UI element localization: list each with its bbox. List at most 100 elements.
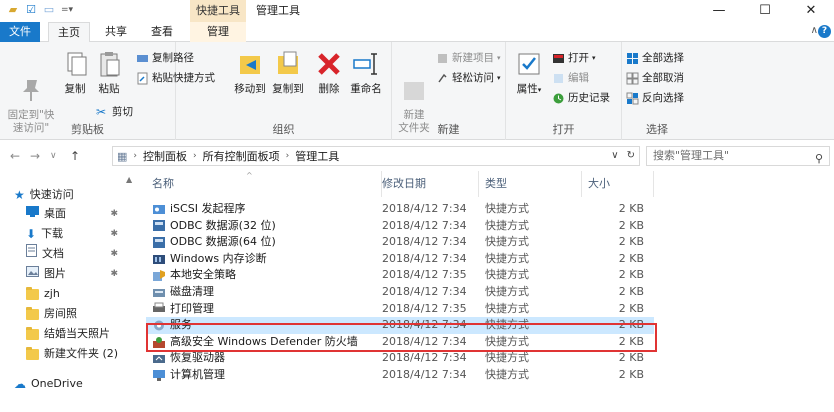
- file-size: 2 KB: [618, 285, 644, 298]
- file-size: 2 KB: [618, 301, 644, 315]
- help-icon[interactable]: ?: [818, 25, 831, 38]
- back-arrow-icon[interactable]: ←: [10, 149, 20, 163]
- title-bar: ▰ ☑ ▭ =▾ 快捷工具 管理工具 — ☐ ✕: [0, 0, 834, 22]
- nav-item-folder[interactable]: 房间照: [0, 304, 122, 324]
- delete-button[interactable]: 删除: [312, 48, 346, 96]
- address-bar[interactable]: ▦ › 控制面板 › 所有控制面板项 › 管理工具 ∨ ↻: [112, 146, 640, 166]
- select-group: 全部选择 全部取消 反向选择 选择: [622, 42, 692, 140]
- new-item-button[interactable]: 新建项目 ▾: [436, 50, 501, 66]
- copy-to-button[interactable]: 复制到: [268, 48, 308, 96]
- file-type: 快捷方式: [485, 351, 529, 365]
- file-row[interactable]: iSCSI 发起程序 2018/4/12 7:34 快捷方式 2 KB: [146, 201, 654, 218]
- minimize-button[interactable]: —: [696, 0, 742, 22]
- easy-access-button[interactable]: 轻松访问 ▾: [436, 70, 501, 86]
- paste-button[interactable]: 粘贴: [92, 48, 126, 96]
- nav-scrollbar[interactable]: ▲: [122, 171, 138, 412]
- file-name-cell: 高级安全 Windows Defender 防火墙: [152, 334, 376, 351]
- file-row[interactable]: 本地安全策略 2018/4/12 7:35 快捷方式 2 KB: [146, 267, 654, 284]
- file-size: 2 KB: [618, 251, 644, 265]
- breadcrumb-control-panel[interactable]: 控制面板: [143, 148, 187, 164]
- column-header-size[interactable]: 大小: [582, 171, 654, 197]
- file-row[interactable]: 恢复驱动器 2018/4/12 7:34 快捷方式 2 KB: [146, 350, 654, 367]
- cut-button[interactable]: ✂ 剪切: [96, 104, 133, 120]
- pin-icon[interactable]: ✱: [110, 224, 118, 244]
- file-size: 2 KB: [618, 235, 644, 249]
- nav-item-quick[interactable]: ★ 快速访问: [0, 185, 122, 205]
- file-name: 恢复驱动器: [170, 351, 225, 365]
- move-to-icon: [234, 48, 266, 80]
- folder-icon[interactable]: ▰: [6, 3, 20, 17]
- properties-checkbox-icon[interactable]: ☑: [24, 3, 38, 17]
- column-header-date[interactable]: 修改日期: [376, 171, 479, 197]
- nav-item-download[interactable]: ⬇ 下载 ✱: [0, 224, 122, 244]
- address-dropdown-icon[interactable]: ∨: [611, 150, 618, 161]
- column-header-type[interactable]: 类型: [479, 171, 582, 197]
- nav-item-label: 快速访问: [29, 188, 74, 201]
- collapse-ribbon-icon[interactable]: ∧: [811, 25, 818, 36]
- file-size: 2 KB: [618, 368, 644, 381]
- select-all-icon: [626, 52, 639, 65]
- file-type: 快捷方式: [485, 268, 529, 282]
- pin-icon[interactable]: ✱: [110, 264, 118, 284]
- file-row[interactable]: 计算机管理 2018/4/12 7:34 快捷方式 2 KB: [146, 367, 654, 384]
- nav-item-label: zjh: [44, 287, 60, 300]
- search-input[interactable]: 搜索"管理工具" ⚲: [646, 146, 830, 166]
- file-name: 高级安全 Windows Defender 防火墙: [170, 334, 358, 348]
- file-row[interactable]: Windows 内存诊断 2018/4/12 7:34 快捷方式 2 KB: [146, 251, 654, 268]
- file-row[interactable]: 磁盘清理 2018/4/12 7:34 快捷方式 2 KB: [146, 284, 654, 301]
- rename-button[interactable]: 重命名: [346, 48, 386, 96]
- rename-icon: [350, 48, 382, 80]
- maximize-button[interactable]: ☐: [742, 0, 788, 22]
- file-row[interactable]: ODBC 数据源(64 位) 2018/4/12 7:34 快捷方式 2 KB: [146, 234, 654, 251]
- tab-view[interactable]: 查看: [142, 22, 182, 42]
- nav-item-label: 文档: [42, 247, 64, 260]
- pin-icon[interactable]: ✱: [110, 204, 118, 224]
- search-icon[interactable]: ⚲: [815, 150, 823, 168]
- file-name: 磁盘清理: [170, 285, 214, 298]
- file-row[interactable]: ODBC 数据源(32 位) 2018/4/12 7:34 快捷方式 2 KB: [146, 218, 654, 235]
- open-button[interactable]: 打开 ▾: [552, 50, 596, 66]
- nav-item-desktop[interactable]: 桌面 ✱: [0, 204, 122, 224]
- history-button[interactable]: 历史记录: [552, 90, 610, 106]
- close-button[interactable]: ✕: [788, 0, 834, 22]
- tab-manage[interactable]: 管理: [190, 22, 246, 42]
- recent-locations-icon[interactable]: ∨: [50, 151, 57, 161]
- memory-shortcut-icon: [152, 253, 166, 266]
- iscsi-shortcut-icon: [152, 203, 166, 216]
- nav-item-folder[interactable]: 新建文件夹 (2): [0, 344, 122, 364]
- file-name-cell: 打印管理: [152, 301, 376, 318]
- scissors-icon: ✂: [96, 104, 107, 119]
- move-to-button[interactable]: 移动到: [230, 48, 270, 96]
- edit-button[interactable]: 编辑: [552, 70, 589, 86]
- select-all-button[interactable]: 全部选择: [626, 50, 684, 66]
- file-row[interactable]: 打印管理 2018/4/12 7:35 快捷方式 2 KB: [146, 301, 654, 318]
- forward-arrow-icon[interactable]: →: [30, 149, 40, 163]
- column-header-name[interactable]: 名称 ^: [146, 171, 382, 197]
- select-none-button[interactable]: 全部取消: [626, 70, 684, 86]
- refresh-icon[interactable]: ↻: [627, 150, 635, 161]
- nav-item-folder[interactable]: zjh: [0, 284, 122, 304]
- customize-toolbar-icon[interactable]: =▾: [60, 3, 74, 17]
- up-arrow-icon[interactable]: ↑: [70, 149, 80, 163]
- file-name-cell: 计算机管理: [152, 367, 376, 384]
- invert-selection-button[interactable]: 反向选择: [626, 90, 684, 106]
- folder-icon: [26, 306, 39, 320]
- properties-button[interactable]: 属性▾: [512, 48, 546, 97]
- breadcrumb-all-items[interactable]: 所有控制面板项: [203, 148, 280, 164]
- tab-file[interactable]: 文件: [0, 22, 40, 42]
- copy-button[interactable]: 复制: [58, 48, 92, 96]
- nav-item-folder[interactable]: 结婚当天照片: [0, 324, 122, 344]
- pin-icon[interactable]: ✱: [110, 244, 118, 264]
- nav-item-docs[interactable]: 文档 ✱: [0, 244, 122, 264]
- nav-item-onedrive[interactable]: ☁ OneDrive: [0, 374, 122, 394]
- file-row[interactable]: 服务 2018/4/12 7:34 快捷方式 2 KB: [146, 317, 654, 334]
- file-row[interactable]: 高级安全 Windows Defender 防火墙 2018/4/12 7:34 快…: [146, 334, 654, 351]
- file-name: Windows 内存诊断: [170, 251, 267, 265]
- breadcrumb-admin-tools[interactable]: 管理工具: [295, 148, 339, 164]
- tab-home[interactable]: 主页: [48, 22, 90, 43]
- nav-item-pics[interactable]: 图片 ✱: [0, 264, 122, 284]
- document-icon: [26, 244, 37, 264]
- new-folder-icon[interactable]: ▭: [42, 3, 56, 17]
- scroll-up-icon[interactable]: ▲: [126, 175, 132, 184]
- tab-share[interactable]: 共享: [96, 22, 136, 42]
